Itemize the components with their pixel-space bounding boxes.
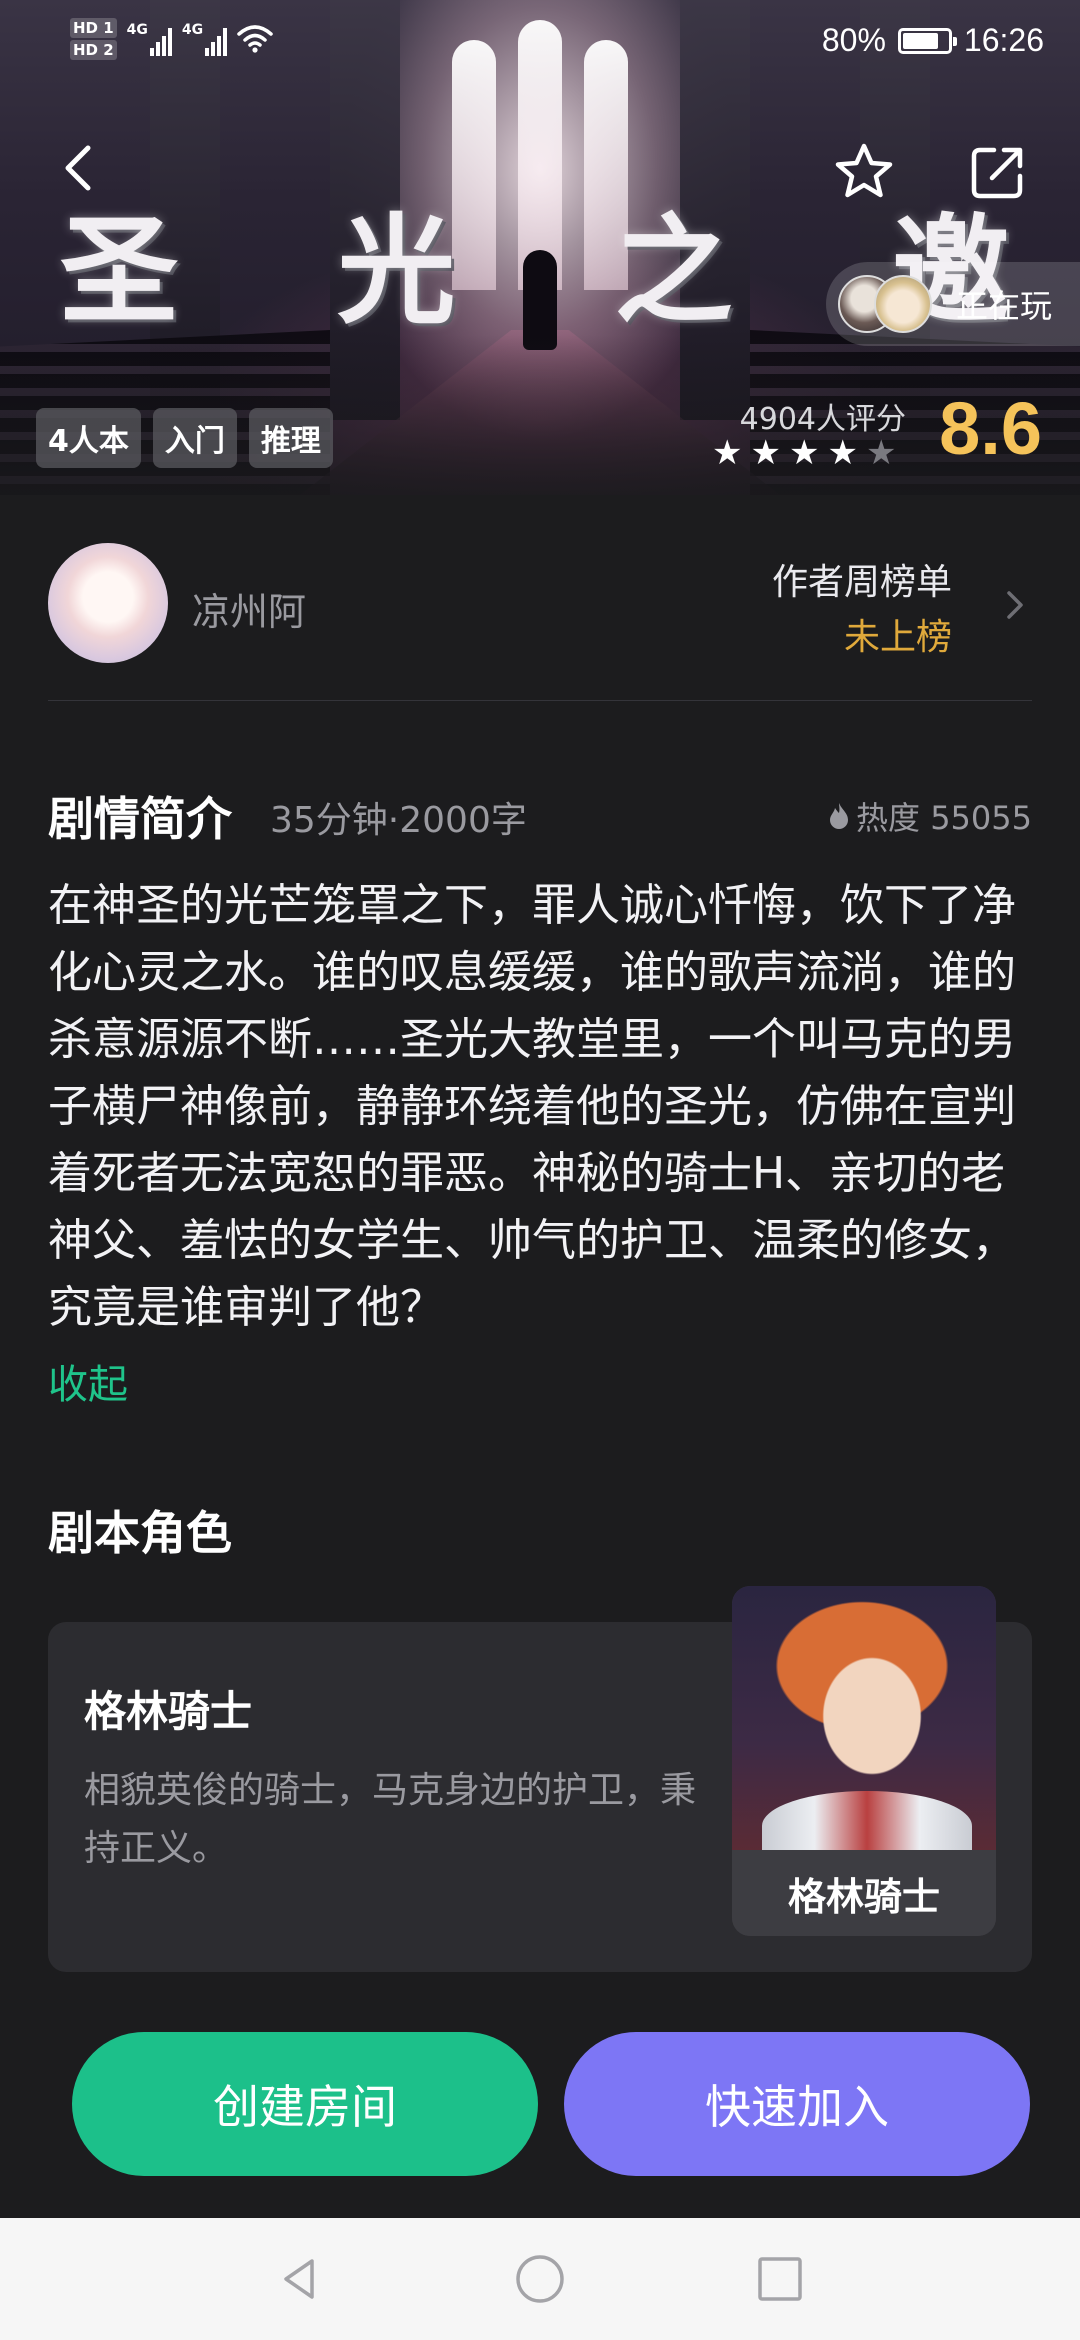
now-playing-pill[interactable]: 正在玩	[826, 262, 1080, 346]
status-left: HD 1 HD 2 4G 4G	[70, 18, 273, 60]
roles-title: 剧本角色	[48, 1506, 232, 1560]
back-arrow-icon	[65, 145, 91, 191]
signal-icon: 4G	[181, 22, 228, 56]
rating-stars: ★ ★ ★ ★ ★	[712, 436, 896, 470]
author-name: 凉州阿	[192, 590, 307, 634]
system-nav-bar	[0, 2218, 1080, 2340]
role-portrait-label: 格林骑士	[732, 1850, 996, 1936]
create-room-button[interactable]: 创建房间	[72, 2032, 538, 2176]
synopsis-meta: 35分钟·2000字	[270, 800, 527, 841]
role-portrait: 格林骑士	[732, 1586, 996, 1936]
network-type-label: 4G	[181, 22, 204, 38]
nav-back-icon[interactable]	[270, 2249, 330, 2309]
favorite-button[interactable]	[832, 140, 896, 204]
heat-label: 热度 55055	[856, 799, 1032, 837]
collapse-link[interactable]: 收起	[48, 1352, 128, 1410]
hd2-label: HD 2	[70, 40, 117, 60]
star-filled-icon: ★	[788, 433, 820, 473]
synopsis-text: 在神圣的光芒笼罩之下，罪人诚心忏悔，饮下了净化心灵之水。谁的叹息缓缓，谁的歌声流…	[48, 880, 1016, 1333]
star-empty-icon: ★	[865, 433, 897, 473]
star-outline-icon	[835, 143, 893, 198]
rating-score: 8.6	[939, 387, 1042, 470]
wifi-icon	[237, 25, 273, 53]
author-rank-value: 未上榜	[843, 617, 952, 658]
player-avatar	[874, 275, 932, 333]
heat-indicator: 热度 55055	[828, 793, 1032, 839]
tag-difficulty: 入门	[152, 408, 237, 468]
tag-list: 4人本 入门 推理	[36, 408, 333, 468]
nav-home-icon[interactable]	[510, 2249, 570, 2309]
hd-indicator: HD 1 HD 2	[70, 18, 117, 60]
chevron-right-icon	[1007, 591, 1023, 619]
rating-count: 4904人评分	[739, 402, 906, 437]
battery-percent: 80%	[821, 22, 886, 58]
star-filled-icon: ★	[750, 433, 781, 473]
status-right: 80% 16:26	[822, 22, 1044, 59]
network-type-label: 4G	[126, 22, 148, 38]
author-avatar	[48, 543, 168, 663]
author-row[interactable]: 凉州阿 作者周榜单 未上榜	[48, 543, 1032, 701]
author-rank-title: 作者周榜单	[771, 562, 952, 603]
hd1-label: HD 1	[70, 18, 117, 38]
share-button[interactable]	[966, 140, 1030, 204]
role-description: 相貌英俊的骑士，马克身边的护卫，秉持正义。	[84, 1770, 697, 1869]
nav-recents-icon[interactable]	[750, 2249, 810, 2309]
synopsis-header: 剧情简介 35分钟·2000字 热度 55055	[48, 783, 1032, 846]
synopsis-title: 剧情简介	[48, 792, 232, 846]
tag-player-count: 4人本	[36, 408, 141, 468]
share-icon	[971, 147, 1023, 199]
flame-icon	[830, 803, 849, 829]
role-card[interactable]: 格林骑士 相貌英俊的骑士，马克身边的护卫，秉持正义。 格林骑士	[48, 1586, 1032, 1972]
role-name: 格林骑士	[84, 1687, 253, 1736]
now-playing-label: 正在玩	[956, 287, 1053, 325]
back-button[interactable]	[50, 138, 110, 198]
clock: 16:26	[963, 22, 1044, 58]
tag-genre: 推理	[248, 408, 333, 468]
signal-icon: 4G	[127, 22, 172, 56]
battery-fill	[902, 32, 939, 49]
battery-icon	[897, 27, 957, 54]
star-filled-icon: ★	[827, 433, 858, 473]
quick-join-button[interactable]: 快速加入	[564, 2032, 1030, 2176]
status-bar: HD 1 HD 2 4G 4G 80% 16:26	[0, 0, 1080, 90]
star-filled-icon: ★	[712, 433, 743, 473]
